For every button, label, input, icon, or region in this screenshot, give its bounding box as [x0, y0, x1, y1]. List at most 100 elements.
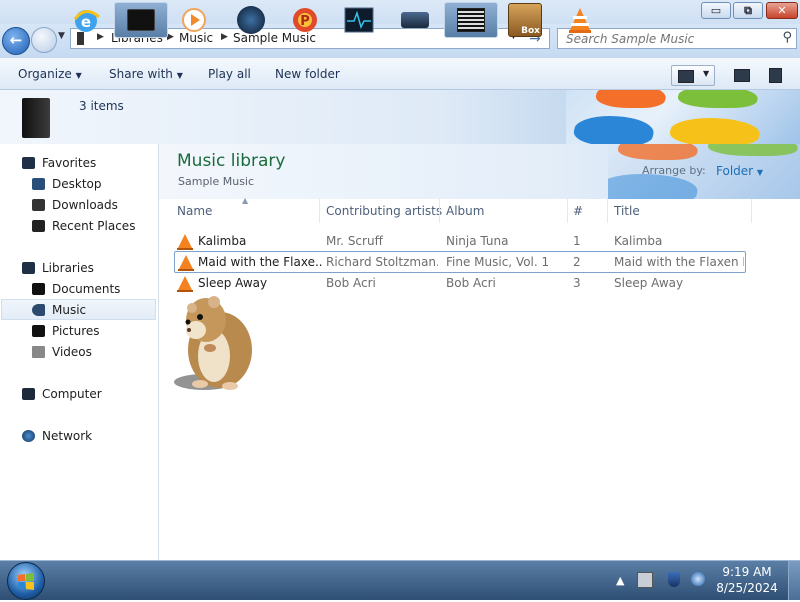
- activity-monitor-icon: [344, 7, 374, 33]
- column-divider[interactable]: [607, 199, 608, 223]
- column-divider[interactable]: [751, 199, 752, 223]
- taskbar-app-box[interactable]: Box: [498, 2, 552, 38]
- organize-label: Organize: [18, 67, 72, 81]
- vlc-cone-icon: [178, 255, 194, 271]
- svg-text:P: P: [300, 14, 310, 29]
- music-icon: [32, 304, 45, 316]
- vlc-cone-icon: [177, 276, 193, 292]
- maximize-icon: ⧉: [744, 4, 752, 17]
- file-number: 3: [573, 276, 581, 290]
- nav-label: Pictures: [52, 324, 100, 338]
- taskbar-app-globe[interactable]: [224, 2, 278, 38]
- minimize-icon: ▭: [710, 4, 722, 17]
- share-with-label: Share with: [109, 67, 173, 81]
- maximize-button[interactable]: ⧉: [733, 2, 763, 19]
- taskbar: [0, 560, 800, 600]
- nav-label: Recent Places: [52, 219, 136, 233]
- minimize-button[interactable]: ▭: [701, 2, 731, 19]
- preview-pane-icon[interactable]: [734, 69, 750, 82]
- clock[interactable]: 9:19 AM 8/25/2024: [714, 564, 780, 596]
- drive-icon: [401, 12, 429, 28]
- column-divider[interactable]: [567, 199, 568, 223]
- play-all-button[interactable]: Play all: [208, 67, 251, 81]
- sort-ascending-icon: ▲: [242, 196, 249, 205]
- file-number: 1: [573, 234, 581, 248]
- new-folder-button[interactable]: New folder: [275, 67, 340, 81]
- file-title: Maid with the Flaxen H...: [614, 255, 744, 269]
- taskbar-vlc[interactable]: [553, 2, 607, 38]
- taskbar-app-drive[interactable]: [388, 2, 442, 38]
- details-banner: 3 items: [0, 90, 800, 144]
- help-icon[interactable]: [769, 68, 782, 83]
- file-artists: Bob Acri: [326, 276, 376, 290]
- share-with-button[interactable]: Share with ▼: [109, 67, 183, 81]
- taskbar-app-notepad[interactable]: [444, 2, 498, 38]
- file-album: Fine Music, Vol. 1: [446, 255, 550, 269]
- tray-app-icon[interactable]: [637, 572, 653, 588]
- column-header-number[interactable]: #: [573, 204, 583, 218]
- column-header-artists[interactable]: Contributing artists: [326, 204, 442, 218]
- hamster-mascot[interactable]: [170, 290, 262, 394]
- column-headers: ▲ Name Contributing artists Album # Titl…: [159, 196, 800, 223]
- nav-label: Network: [42, 429, 93, 443]
- back-arrow-icon: ←: [9, 31, 23, 49]
- recent-places-icon: [32, 220, 45, 232]
- network-icon: [22, 430, 35, 442]
- media-player-icon: [182, 8, 206, 32]
- arrange-by-value: Folder: [716, 164, 754, 178]
- arrange-by-dropdown[interactable]: Folder ▼: [716, 164, 763, 178]
- document-icon: [457, 8, 485, 32]
- library-header: Music library Sample Music Arrange by: F…: [159, 144, 800, 199]
- taskbar-windows-explorer[interactable]: [114, 2, 168, 38]
- arrange-by-label: Arrange by:: [642, 164, 706, 177]
- organize-button[interactable]: Organize ▼: [18, 67, 82, 81]
- column-header-album[interactable]: Album: [446, 204, 484, 218]
- search-icon[interactable]: ⚲: [782, 30, 792, 45]
- file-album: Bob Acri: [446, 276, 496, 290]
- chevron-down-icon: ▼: [176, 71, 183, 80]
- forward-button[interactable]: [31, 27, 57, 53]
- taskbar-app-monitor[interactable]: [332, 2, 386, 38]
- action-center-flag-icon[interactable]: [668, 572, 680, 587]
- clock-date: 8/25/2024: [716, 581, 778, 595]
- internet-explorer-icon: e: [73, 10, 101, 32]
- hamster-box-icon: Box: [508, 3, 542, 37]
- nav-label: Computer: [42, 387, 102, 401]
- show-desktop-button[interactable]: [788, 561, 800, 600]
- close-icon: ✕: [777, 4, 787, 17]
- file-album: Ninja Tuna: [446, 234, 509, 248]
- file-row[interactable]: Kalimba Mr. Scruff Ninja Tuna 1 Kalimba: [174, 231, 746, 251]
- column-header-name[interactable]: Name: [177, 204, 212, 218]
- close-button[interactable]: ✕: [766, 2, 798, 19]
- globe-icon: [237, 6, 265, 34]
- file-row-selected[interactable]: Maid with the Flaxe... Richard Stoltzman…: [174, 251, 746, 273]
- column-header-title[interactable]: Title: [614, 204, 640, 218]
- nav-label: Videos: [52, 345, 92, 359]
- windows-flag-decoration: [566, 90, 800, 144]
- view-icon: [678, 70, 694, 83]
- change-view-button[interactable]: ▼: [671, 65, 715, 86]
- show-hidden-icons[interactable]: ▲: [616, 574, 624, 587]
- back-button[interactable]: ←: [2, 27, 30, 55]
- chevron-down-icon: ▼: [756, 168, 764, 177]
- nav-label: Music: [52, 303, 87, 317]
- star-icon: [22, 157, 35, 169]
- nav-label: Documents: [52, 282, 121, 296]
- file-artists: Richard Stoltzman...: [326, 255, 438, 269]
- chevron-down-icon: ▼: [75, 71, 82, 80]
- start-button[interactable]: [7, 562, 45, 600]
- file-artists: Mr. Scruff: [326, 234, 383, 248]
- clock-time: 9:19 AM: [722, 565, 772, 579]
- file-title: Sleep Away: [614, 276, 684, 290]
- network-tray-icon[interactable]: [691, 572, 705, 586]
- nav-label: Favorites: [42, 156, 97, 170]
- taskbar-media-player[interactable]: [167, 2, 221, 38]
- taskbar-internet-explorer[interactable]: e: [59, 2, 113, 38]
- taskbar-app-paint[interactable]: P: [278, 2, 332, 38]
- column-divider[interactable]: [319, 199, 320, 223]
- desktop-icon: [32, 178, 45, 190]
- nav-label: Desktop: [52, 177, 102, 191]
- file-name: Kalimba: [198, 234, 247, 248]
- file-name: Sleep Away: [198, 276, 268, 290]
- column-divider[interactable]: [439, 199, 440, 223]
